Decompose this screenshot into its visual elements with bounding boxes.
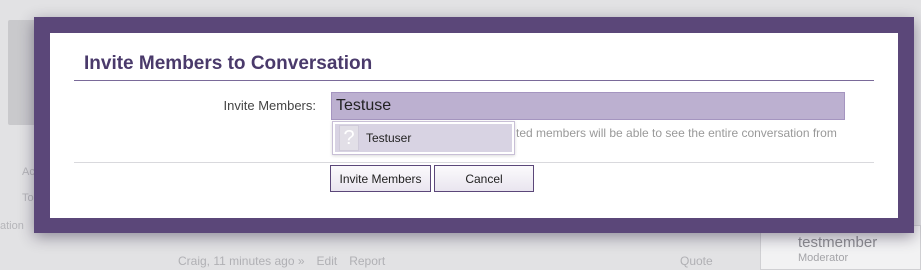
title-divider (74, 80, 874, 81)
member-role: Moderator (798, 252, 849, 264)
invite-hint-text: ted members will be able to see the enti… (516, 126, 837, 140)
post-footer: Craig, 11 minutes ago » Edit Report (178, 254, 385, 268)
autocomplete-username: Testuser (366, 131, 412, 145)
invite-members-button[interactable]: Invite Members (330, 165, 431, 192)
autocomplete-dropdown: ? Testuser (332, 121, 515, 155)
background-text-fragment: To (22, 192, 34, 204)
invite-members-input[interactable] (331, 92, 845, 120)
background-text-fragment: Ac (22, 166, 35, 178)
invite-dialog: Invite Members to Conversation Invite Me… (34, 17, 914, 233)
member-name: testmember (798, 234, 878, 251)
post-meta: Craig, 11 minutes ago » (178, 254, 305, 268)
quote-link: Quote (680, 254, 713, 268)
avatar-placeholder-icon: ? (339, 125, 359, 151)
button-divider (74, 162, 874, 163)
autocomplete-item[interactable]: ? Testuser (335, 124, 512, 152)
dialog-title: Invite Members to Conversation (84, 53, 373, 74)
report-link: Report (349, 254, 386, 268)
background-text-fragment: ation (0, 220, 24, 232)
invite-members-label: Invite Members: (223, 98, 316, 113)
dialog-body: Invite Members to Conversation Invite Me… (50, 33, 898, 218)
cancel-button[interactable]: Cancel (434, 165, 534, 192)
edit-link: Edit (316, 254, 338, 268)
